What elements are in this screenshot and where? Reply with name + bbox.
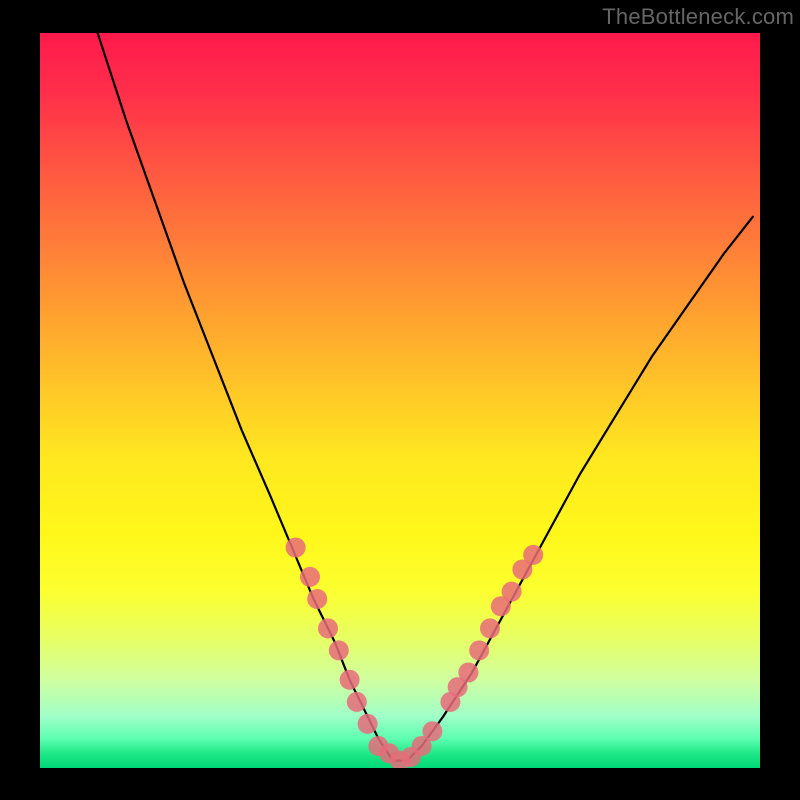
watermark-text: TheBottleneck.com bbox=[602, 4, 794, 30]
plot-area bbox=[40, 33, 760, 768]
chart-frame: TheBottleneck.com bbox=[0, 0, 800, 800]
gradient-background bbox=[40, 33, 760, 768]
